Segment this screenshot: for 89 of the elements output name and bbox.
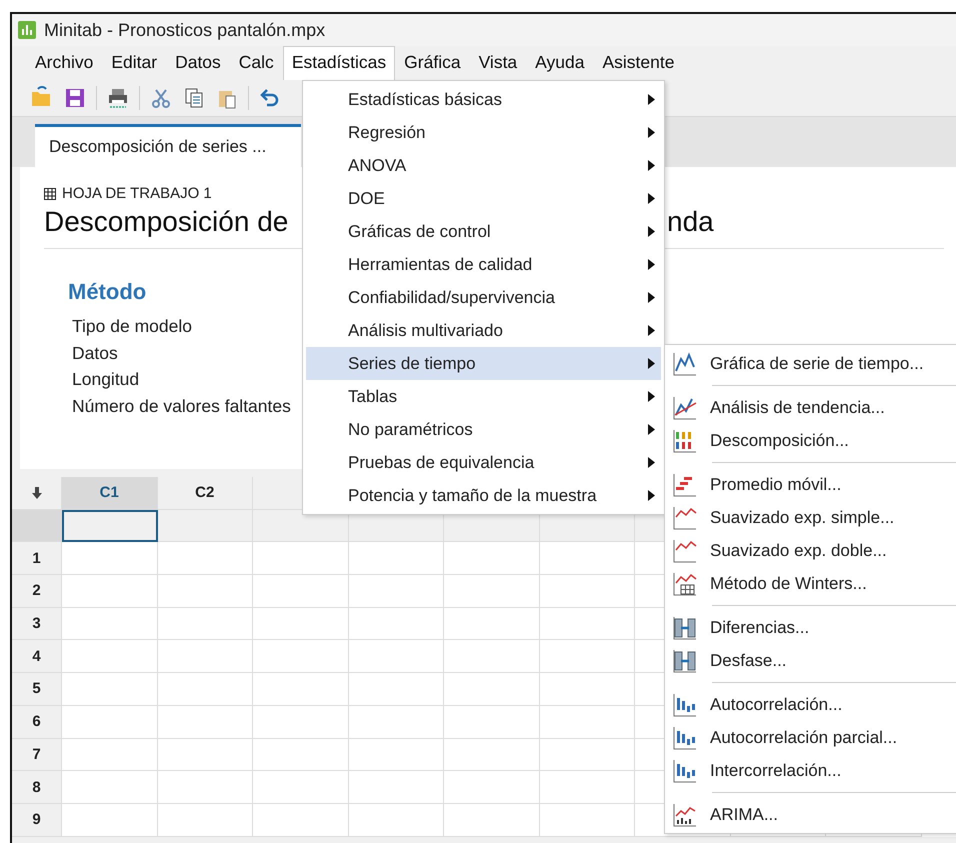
submenu-arrow-icon (648, 490, 655, 501)
menu-bar-item[interactable]: Datos (166, 46, 230, 80)
menu-item[interactable]: ARIMA... (668, 798, 956, 831)
submenu-arrow-icon (648, 160, 655, 171)
grid-icon (44, 188, 56, 200)
menu-item[interactable]: Promedio móvil... (668, 468, 956, 501)
menu-item[interactable]: Autocorrelación... (668, 688, 956, 721)
document-tab[interactable]: Descomposición de series ... (35, 124, 301, 167)
trend-chart-icon (672, 394, 698, 420)
output-heading: nda (667, 206, 714, 238)
menu-item[interactable]: Suavizado exp. simple... (668, 501, 956, 534)
method-label: Longitud (72, 368, 140, 391)
menu-bar-item[interactable]: Vista (470, 46, 526, 80)
method-label: Datos (72, 342, 118, 364)
menu-item[interactable]: Gráficas de control (306, 215, 661, 248)
submenu-arrow-icon (648, 226, 655, 237)
submenu-arrow-icon (648, 193, 655, 204)
menu-item[interactable]: Series de tiempo (306, 347, 661, 380)
menu-bar-item[interactable]: Archivo (26, 46, 102, 80)
column-header[interactable]: C1 (62, 477, 158, 510)
submenu-arrow-icon (648, 391, 655, 402)
menu-item[interactable]: Tablas (306, 380, 661, 413)
row-header[interactable]: 9 (12, 804, 62, 837)
submenu-arrow-icon (648, 424, 655, 435)
step-chart-icon (672, 472, 698, 498)
menu-item[interactable]: Autocorrelación parcial... (668, 721, 956, 754)
bar-chart-icon (672, 692, 698, 718)
menu-bar-item[interactable]: Estadísticas (282, 46, 396, 80)
submenu-arrow-icon (648, 292, 655, 303)
section-heading: Método (68, 279, 146, 305)
menu-item[interactable]: Análisis multivariado (306, 314, 661, 347)
menu-bar-item[interactable]: Editar (102, 46, 166, 80)
menu-item[interactable]: Regresión (306, 116, 661, 149)
menu-item[interactable]: Intercorrelación... (668, 754, 956, 787)
menu-item[interactable]: DOE (306, 182, 661, 215)
line-chart-icon (672, 350, 698, 376)
method-label: Tipo de modelo (72, 315, 192, 338)
chart-icon (672, 538, 698, 564)
row-header[interactable]: 2 (12, 575, 62, 608)
row-header[interactable]: 3 (12, 608, 62, 640)
window-title: Minitab - Pronosticos pantalón.mpx (44, 20, 326, 40)
app-logo-icon (18, 21, 36, 39)
row-header[interactable]: 8 (12, 771, 62, 804)
submenu-arrow-icon (648, 457, 655, 468)
menu-bar-item[interactable]: Gráfica (395, 46, 470, 80)
worksheet-label: HOJA DE TRABAJO 1 (62, 185, 212, 202)
output-heading: Descomposición de (44, 206, 288, 238)
menu-item[interactable]: ANOVA (306, 149, 661, 182)
menu-item[interactable]: No paramétricos (306, 413, 661, 446)
submenu-arrow-icon (648, 358, 655, 369)
method-label: Número de valores faltantes (72, 394, 291, 418)
chart-icon (672, 802, 698, 828)
menu-item[interactable]: Pruebas de equivalencia (306, 446, 661, 479)
bar-grid-icon (672, 428, 698, 454)
selected-cell[interactable] (62, 510, 158, 542)
bar-chart-icon (672, 724, 698, 750)
submenu-arrow-icon (648, 325, 655, 336)
row-header[interactable]: 7 (12, 738, 62, 772)
row-header[interactable]: 4 (12, 640, 62, 674)
menu-item[interactable]: Herramientas de calidad (306, 248, 661, 281)
submenu-arrow-icon (648, 259, 655, 270)
print-icon[interactable] (106, 86, 130, 110)
menu-bar-item[interactable]: Ayuda (526, 46, 594, 80)
menu-item[interactable]: Desfase... (668, 644, 956, 677)
menu-item[interactable]: Gráfica de serie de tiempo... (668, 347, 956, 380)
save-icon[interactable] (63, 86, 87, 110)
menu-item[interactable]: Diferencias... (668, 611, 956, 644)
menu-bar-item[interactable]: Calc (230, 46, 283, 80)
columns-arrow-icon (672, 614, 698, 640)
menu-bar-item[interactable]: Asistente (593, 46, 684, 80)
row-header[interactable] (12, 510, 62, 542)
menu-item[interactable]: Suavizado exp. doble... (668, 534, 956, 567)
menu-item[interactable]: Confiabilidad/supervivencia (306, 281, 661, 314)
down-arrow-icon[interactable] (32, 486, 42, 499)
row-header[interactable]: 1 (12, 542, 62, 576)
row-header[interactable]: 5 (12, 673, 62, 706)
menu-item[interactable]: Potencia y tamaño de la muestra (306, 479, 661, 512)
menu-item[interactable]: Método de Winters... (668, 567, 956, 600)
chart-table-icon (672, 570, 698, 596)
menu-item[interactable]: Estadísticas básicas (306, 83, 661, 116)
submenu-arrow-icon (648, 127, 655, 138)
submenu-arrow-icon (648, 94, 655, 105)
bar-chart-icon (672, 758, 698, 784)
menu-item[interactable]: Análisis de tendencia... (668, 391, 956, 424)
chart-icon (672, 504, 698, 530)
column-header[interactable]: C2 (158, 477, 253, 510)
row-header[interactable]: 6 (12, 706, 62, 738)
menu-item[interactable]: Descomposición... (668, 424, 956, 457)
columns-arrow-icon (672, 648, 698, 674)
